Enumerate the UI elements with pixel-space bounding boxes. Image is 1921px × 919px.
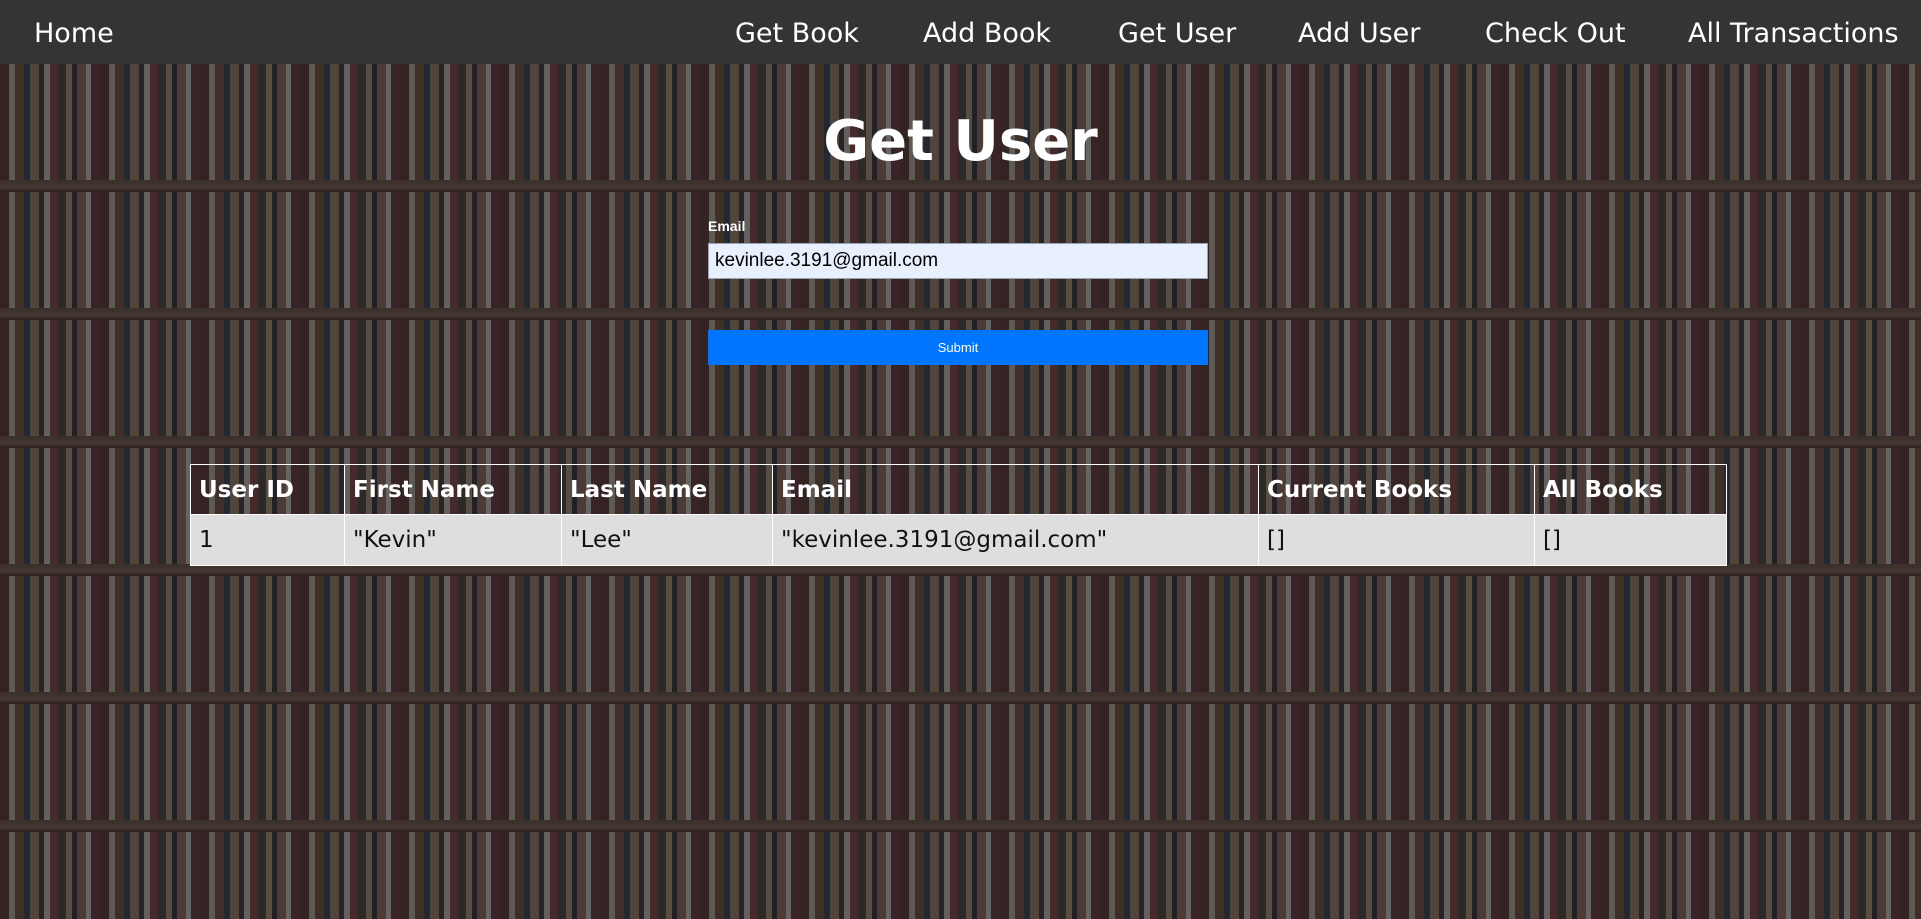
nav-add-user-link[interactable]: Add User [1298, 0, 1420, 64]
nav-all-transactions-link[interactable]: All Transactions [1688, 0, 1899, 64]
table-header-row: User ID First Name Last Name Email Curre… [190, 464, 1727, 515]
user-results-table: User ID First Name Last Name Email Curre… [190, 464, 1727, 566]
nav-check-out-link[interactable]: Check Out [1485, 0, 1626, 64]
nav-get-book-link[interactable]: Get Book [735, 0, 859, 64]
email-label: Email [708, 218, 746, 234]
header-user-id: User ID [190, 464, 345, 515]
nav-home-link[interactable]: Home [34, 0, 114, 64]
main-content: Get User Email Submit User ID First Name… [0, 64, 1921, 919]
header-last-name: Last Name [561, 464, 773, 515]
submit-button[interactable]: Submit [708, 330, 1208, 365]
header-current-books: Current Books [1258, 464, 1535, 515]
cell-email: "kevinlee.3191@gmail.com" [772, 514, 1259, 566]
header-email: Email [772, 464, 1259, 515]
nav-get-user-link[interactable]: Get User [1118, 0, 1236, 64]
page-title: Get User [823, 109, 1098, 174]
header-first-name: First Name [344, 464, 562, 515]
cell-user-id: 1 [190, 514, 345, 566]
cell-last-name: "Lee" [561, 514, 773, 566]
cell-all-books: [] [1534, 514, 1727, 566]
nav-add-book-link[interactable]: Add Book [923, 0, 1051, 64]
cell-first-name: "Kevin" [344, 514, 562, 566]
table-row: 1 "Kevin" "Lee" "kevinlee.3191@gmail.com… [190, 514, 1727, 566]
header-all-books: All Books [1534, 464, 1727, 515]
cell-current-books: [] [1258, 514, 1535, 566]
top-navbar: Home Get Book Add Book Get User Add User… [0, 0, 1921, 64]
email-input[interactable] [708, 243, 1208, 279]
